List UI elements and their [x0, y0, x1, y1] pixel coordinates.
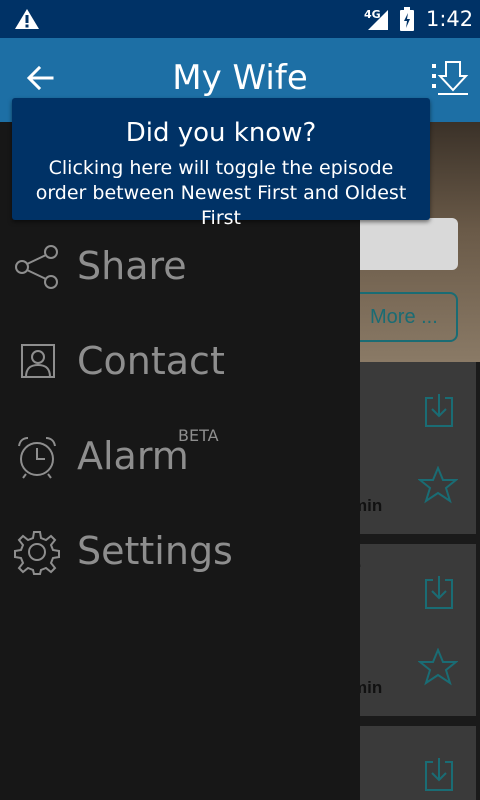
favorite-star-icon[interactable]: [418, 466, 458, 504]
status-bar: 4G 1:42: [0, 0, 480, 38]
download-icon[interactable]: [424, 756, 454, 792]
drawer-item-settings[interactable]: Settings: [0, 507, 360, 597]
warning-icon: [15, 9, 39, 29]
download-icon[interactable]: [424, 574, 454, 610]
favorite-star-icon[interactable]: [418, 648, 458, 686]
drawer-item-label: Share: [77, 244, 187, 288]
clock: 1:42: [426, 7, 474, 31]
beta-badge: BETA: [178, 426, 219, 445]
share-icon: [15, 245, 58, 289]
drawer-item-label: Alarm: [77, 434, 189, 478]
signal-icon: [368, 10, 388, 30]
alarm-clock-icon: [18, 437, 56, 479]
contact-icon: [21, 344, 55, 378]
sort-order-icon[interactable]: [430, 60, 472, 100]
drawer-item-label: Contact: [77, 339, 225, 383]
page-title: My Wife: [172, 58, 308, 98]
tooltip-title: Did you know?: [125, 118, 317, 148]
gear-icon: [14, 531, 60, 575]
drawer-item-label: Settings: [77, 529, 233, 573]
drawer-item-alarm[interactable]: Alarm BETA: [0, 412, 360, 502]
download-icon[interactable]: [424, 392, 454, 428]
drawer-item-share[interactable]: Share: [0, 222, 360, 312]
battery-icon: [400, 7, 414, 31]
tooltip-body: Clicking here will toggle the episode or…: [35, 157, 407, 229]
did-you-know-tooltip[interactable]: Did you know? Clicking here will toggle …: [12, 98, 430, 229]
drawer-item-contact[interactable]: Contact: [0, 317, 360, 407]
